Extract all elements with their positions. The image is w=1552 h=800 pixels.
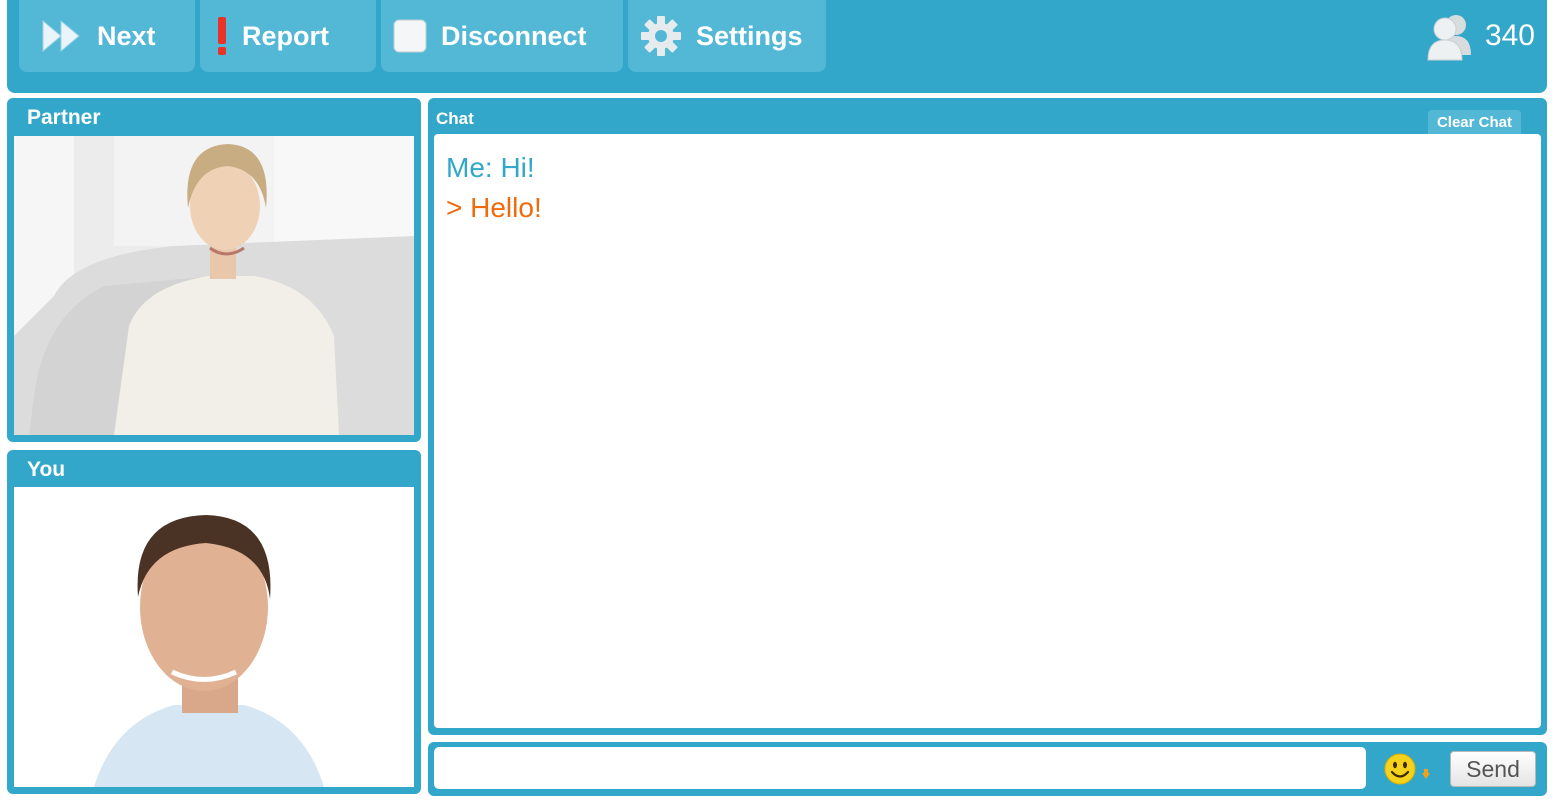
gear-icon [640, 15, 682, 57]
clear-chat-button[interactable]: Clear Chat [1427, 110, 1521, 134]
chat-title: Chat [436, 109, 474, 128]
partner-title: Partner [27, 106, 101, 129]
online-users-count: 340 [1425, 11, 1535, 61]
report-label: Report [242, 20, 329, 51]
users-icon [1425, 11, 1475, 61]
settings-label: Settings [696, 20, 803, 51]
disconnect-label: Disconnect [441, 20, 587, 51]
chat-panel: Chat Clear Chat Me: Hi! > Hello! [428, 98, 1547, 735]
self-video-frame [14, 487, 414, 787]
settings-button[interactable]: Settings [628, 0, 826, 72]
next-button[interactable]: Next [19, 0, 195, 72]
online-count-value: 340 [1484, 19, 1535, 52]
partner-video [14, 136, 414, 435]
composer-bar: Send [428, 742, 1547, 796]
you-title: You [27, 458, 66, 481]
chat-log[interactable]: Me: Hi! > Hello! [434, 134, 1541, 728]
stop-square-icon [393, 19, 427, 53]
emoji-picker-button[interactable] [1384, 750, 1436, 790]
send-button[interactable]: Send [1450, 751, 1536, 787]
chat-message-me: Me: Hi! [446, 152, 535, 183]
disconnect-button[interactable]: Disconnect [381, 0, 623, 72]
you-panel: You [7, 450, 421, 794]
fast-forward-icon [41, 19, 83, 53]
chat-message-partner: > Hello! [446, 192, 542, 223]
report-button[interactable]: Report [200, 0, 376, 72]
top-toolbar: Next Report Disconnect Settings 340 [7, 0, 1547, 93]
message-input[interactable] [434, 747, 1366, 789]
exclamation-icon [216, 16, 228, 56]
smiley-icon [1384, 753, 1430, 785]
partner-panel: Partner [7, 98, 421, 442]
partner-video-frame [14, 136, 414, 435]
self-video [14, 487, 414, 787]
next-label: Next [97, 20, 156, 51]
